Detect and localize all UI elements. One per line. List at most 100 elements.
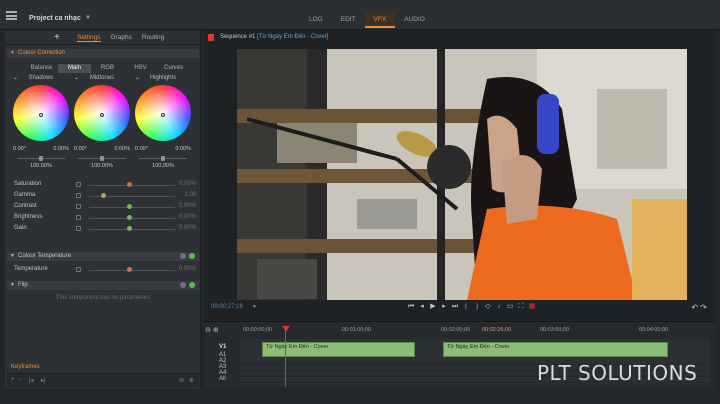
keyframe-toggle-icon[interactable] bbox=[76, 226, 81, 231]
zoom-in-icon[interactable]: ⊕ bbox=[189, 377, 194, 384]
tab-rgb[interactable]: RGB bbox=[91, 64, 124, 73]
wheel-slider[interactable] bbox=[17, 156, 65, 161]
wheel-percent[interactable]: 100.00% bbox=[72, 163, 132, 169]
tab-audio[interactable]: AUDIO bbox=[395, 12, 434, 28]
adjust-value[interactable]: 0.00% bbox=[179, 266, 196, 272]
slider-knob[interactable] bbox=[127, 215, 132, 220]
prev-keyframe-icon[interactable]: |◂ bbox=[29, 377, 34, 384]
adjust-value[interactable]: 0.00% bbox=[179, 214, 196, 220]
slider-knob[interactable] bbox=[127, 267, 132, 272]
tab-balance[interactable]: Balance bbox=[25, 64, 58, 73]
link-icon[interactable] bbox=[180, 253, 186, 259]
audio-icon[interactable]: ♪ bbox=[495, 303, 503, 311]
eyedropper-icon[interactable]: ⌖ bbox=[136, 76, 139, 82]
wheel-percent[interactable]: 100.00% bbox=[11, 163, 71, 169]
aspect-icon[interactable]: ▭ bbox=[506, 303, 514, 311]
section-flip[interactable]: ▼ Flip bbox=[7, 281, 199, 290]
collapse-arrow-icon[interactable]: ▼ bbox=[10, 252, 15, 261]
mark-in-icon[interactable]: ⦗ bbox=[462, 303, 470, 311]
tab-log[interactable]: LOG bbox=[300, 12, 332, 28]
zoom-out-icon[interactable]: ⊖ bbox=[179, 377, 184, 384]
wheel-handle[interactable] bbox=[100, 113, 104, 117]
tab-settings[interactable]: Settings bbox=[77, 34, 101, 42]
eyedropper-icon[interactable]: ⌖ bbox=[75, 76, 78, 82]
wheel-handle[interactable] bbox=[161, 113, 165, 117]
playhead[interactable] bbox=[285, 327, 286, 387]
enable-toggle-icon[interactable] bbox=[189, 253, 195, 259]
wheel-percent[interactable]: 100.00% bbox=[133, 163, 193, 169]
section-colour-correction[interactable]: ▼ Colour Correction bbox=[7, 49, 199, 58]
zoom-out-icon[interactable]: ⊖ bbox=[205, 327, 211, 334]
slider-track[interactable] bbox=[89, 185, 175, 186]
fullscreen-icon[interactable]: ⛶ bbox=[517, 303, 525, 311]
skip-to-end-icon[interactable]: ⏭ bbox=[451, 303, 459, 311]
chevron-down-icon[interactable]: ▼ bbox=[252, 304, 257, 310]
hue-value[interactable]: 0.00° bbox=[13, 146, 26, 152]
track-label-all[interactable]: All bbox=[219, 376, 226, 382]
chevron-down-icon[interactable]: ▼ bbox=[85, 15, 91, 21]
redo-icon[interactable]: ↷ bbox=[700, 303, 707, 312]
step-forward-icon[interactable]: ▸ bbox=[440, 303, 448, 311]
slider-track[interactable] bbox=[89, 229, 175, 230]
add-keyframe-icon[interactable]: + bbox=[11, 377, 15, 383]
slider-knob[interactable] bbox=[127, 204, 132, 209]
next-keyframe-icon[interactable]: ▸| bbox=[41, 377, 46, 384]
tab-curves[interactable]: Curves bbox=[157, 64, 190, 73]
adjust-value[interactable]: 0.00% bbox=[179, 225, 196, 231]
playhead-handle[interactable] bbox=[282, 326, 290, 332]
slider-track[interactable] bbox=[89, 207, 175, 208]
sat-value[interactable]: 0.00% bbox=[114, 146, 130, 152]
slider-knob[interactable] bbox=[127, 182, 132, 187]
remove-keyframe-icon[interactable]: − bbox=[19, 377, 23, 383]
keyframe-toggle-icon[interactable] bbox=[76, 215, 81, 220]
adjust-value[interactable]: 1.00 bbox=[184, 192, 196, 198]
sat-value[interactable]: 0.00% bbox=[53, 146, 69, 152]
tab-vfx[interactable]: VFX bbox=[364, 12, 396, 28]
adjust-label: Contrast bbox=[14, 203, 37, 209]
play-icon[interactable]: ▶ bbox=[429, 303, 437, 311]
undo-icon[interactable]: ↶ bbox=[691, 303, 698, 312]
wheel-handle[interactable] bbox=[39, 113, 43, 117]
tab-edit[interactable]: EDIT bbox=[332, 12, 365, 28]
hamburger-menu-icon[interactable] bbox=[6, 11, 17, 20]
mark-out-icon[interactable]: ⦘ bbox=[473, 303, 481, 311]
step-back-icon[interactable]: ◂ bbox=[418, 303, 426, 311]
track-label-v1[interactable]: V1 bbox=[219, 342, 226, 352]
slider-knob[interactable] bbox=[127, 226, 132, 231]
slider-knob[interactable] bbox=[101, 193, 106, 198]
tab-hsv[interactable]: HSV bbox=[124, 64, 157, 73]
app-window: Project ca nhạc ▼ LOG EDIT VFX AUDIO + S… bbox=[0, 0, 720, 404]
collapse-arrow-icon[interactable]: ▼ bbox=[10, 49, 15, 58]
project-name[interactable]: Project ca nhạc bbox=[29, 15, 81, 22]
video-preview[interactable] bbox=[237, 49, 687, 300]
wheel-slider[interactable] bbox=[78, 156, 126, 161]
wheel-slider[interactable] bbox=[139, 156, 187, 161]
tab-main[interactable]: Main bbox=[58, 64, 91, 73]
add-effect-icon[interactable]: + bbox=[54, 32, 60, 43]
hue-value[interactable]: 0.00° bbox=[74, 146, 87, 152]
collapse-arrow-icon[interactable]: ▼ bbox=[10, 281, 15, 290]
timeline-clip[interactable]: Từ Ngày Em Đến - Cover bbox=[443, 342, 668, 357]
section-colour-temperature[interactable]: ▼ Colour Temperature bbox=[7, 252, 199, 261]
adjust-value[interactable]: 0.00% bbox=[179, 181, 196, 187]
skip-to-start-icon[interactable]: ⏮ bbox=[407, 303, 415, 311]
zoom-in-icon[interactable]: ⊕ bbox=[213, 327, 219, 334]
hue-value[interactable]: 0.00° bbox=[135, 146, 148, 152]
transport-controls: ⏮ ◂ ▶ ▸ ⏭ ⦗ ⦘ ◇ ♪ ▭ ⛶ ▦ bbox=[407, 303, 536, 311]
timecode-display[interactable]: 00:00:27;18 bbox=[211, 304, 243, 310]
adjust-value[interactable]: 0.00% bbox=[179, 203, 196, 209]
sat-value[interactable]: 0.00% bbox=[175, 146, 191, 152]
link-icon[interactable] bbox=[180, 282, 186, 288]
keyframe-toggle-icon[interactable] bbox=[76, 193, 81, 198]
tab-graphs[interactable]: Graphs bbox=[111, 34, 132, 42]
keyframe-toggle-icon[interactable] bbox=[76, 204, 81, 209]
export-frame-icon[interactable]: ▦ bbox=[528, 303, 536, 311]
keyframe-toggle-icon[interactable] bbox=[76, 182, 81, 187]
tab-routing[interactable]: Routing bbox=[142, 34, 164, 42]
clear-marks-icon[interactable]: ◇ bbox=[484, 303, 492, 311]
eyedropper-icon[interactable]: ⌖ bbox=[14, 76, 17, 82]
slider-track[interactable] bbox=[89, 270, 175, 271]
enable-toggle-icon[interactable] bbox=[189, 282, 195, 288]
keyframe-toggle-icon[interactable] bbox=[76, 267, 81, 272]
slider-track[interactable] bbox=[89, 218, 175, 219]
